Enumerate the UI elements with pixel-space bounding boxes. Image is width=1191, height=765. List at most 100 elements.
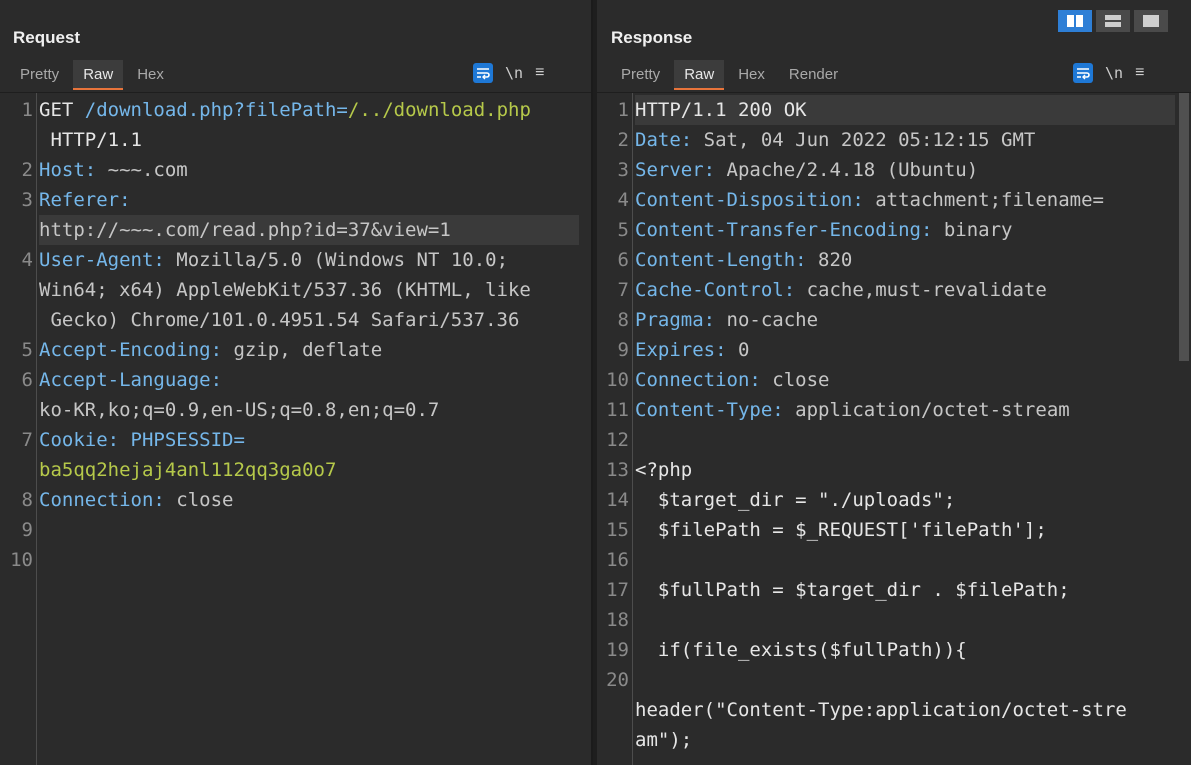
wrap-lines-icon[interactable] (1073, 63, 1093, 83)
tab-raw[interactable]: Raw (73, 60, 124, 90)
code-line[interactable]: 5 Accept-Encoding: gzip, deflate (0, 335, 580, 365)
token: Cache-Control: (635, 279, 807, 301)
code-line[interactable]: 18 (597, 605, 1177, 635)
code-line[interactable]: am"); (597, 725, 1177, 755)
response-tools: \n ≡ (1073, 60, 1144, 86)
token: /../download.php (347, 99, 531, 121)
layout-buttons (1058, 10, 1168, 32)
code-line[interactable]: 9 Expires: 0 (597, 335, 1177, 365)
code-line[interactable]: 20 (597, 665, 1177, 695)
wrap-lines-icon[interactable] (473, 63, 493, 83)
token: no-cache (726, 309, 819, 331)
request-editor[interactable]: 1 GET /download.php?filePath=/../download… (0, 92, 591, 765)
code-line[interactable]: 7 Cookie: PHPSESSID= (0, 425, 580, 455)
tab-hex[interactable]: Hex (127, 60, 174, 90)
single-pane-icon[interactable] (1134, 10, 1168, 32)
line-number: 7 (21, 429, 33, 451)
tab-render[interactable]: Render (779, 60, 848, 90)
menu-icon[interactable]: ≡ (1135, 64, 1144, 82)
newline-toggle-button[interactable]: \n (505, 64, 523, 82)
token: $fullPath = $target_dir . $filePath; (635, 579, 1070, 601)
line-text: $fullPath = $target_dir . $filePath; (635, 575, 1070, 605)
line-number: 7 (617, 279, 629, 301)
token: Win64; x64) AppleWebKit/537.36 (KHTML, l… (39, 279, 531, 301)
code-line[interactable]: ba5qq2hejaj4anl112qq3ga0o7 (0, 455, 580, 485)
code-line[interactable]: HTTP/1.1 (0, 125, 580, 155)
menu-icon[interactable]: ≡ (535, 64, 544, 82)
code-line[interactable]: 1 GET /download.php?filePath=/../download… (0, 95, 580, 125)
line-number: 13 (606, 459, 629, 481)
code-line[interactable]: Gecko) Chrome/101.0.4951.54 Safari/537.3… (0, 305, 580, 335)
code-line[interactable]: 11 Content-Type: application/octet-stream (597, 395, 1177, 425)
code-line[interactable]: 1 HTTP/1.1 200 OK (597, 95, 1177, 125)
code-line[interactable]: 6 Content-Length: 820 (597, 245, 1177, 275)
token: Accept-Encoding: (39, 339, 234, 361)
split-vertical-icon[interactable] (1096, 10, 1130, 32)
tab-raw[interactable]: Raw (674, 60, 725, 90)
code-line[interactable]: 17 $fullPath = $target_dir . $filePath; (597, 575, 1177, 605)
line-text: Win64; x64) AppleWebKit/537.36 (KHTML, l… (39, 275, 531, 305)
token: Referer: (39, 189, 131, 211)
code-line[interactable]: 12 (597, 425, 1177, 455)
code-line[interactable]: http://~~~.com/read.php?id=37&view=1 (0, 215, 580, 245)
code-line[interactable]: 19 if(file_exists($fullPath)){ (597, 635, 1177, 665)
line-number: 10 (606, 369, 629, 391)
code-line[interactable]: 10 (0, 545, 580, 575)
response-code[interactable]: 1 HTTP/1.1 200 OK 2 Date: Sat, 04 Jun 2022 … (597, 95, 1177, 755)
line-number: 1 (617, 99, 629, 121)
token: header("Content-Type:application/octet-s… (635, 699, 1127, 721)
tab-hex[interactable]: Hex (728, 60, 775, 90)
code-line[interactable]: 8 Pragma: no-cache (597, 305, 1177, 335)
token: binary (943, 219, 1013, 241)
request-code[interactable]: 1 GET /download.php?filePath=/../download… (0, 95, 580, 575)
split-horizontal-icon[interactable] (1058, 10, 1092, 32)
code-line[interactable]: 3 Referer: (0, 185, 580, 215)
token: Connection: (635, 369, 773, 391)
token: Content-Length: (635, 249, 819, 271)
code-line[interactable]: 14 $target_dir = "./uploads"; (597, 485, 1177, 515)
code-line[interactable]: 13 <?php (597, 455, 1177, 485)
request-title: Request (13, 28, 81, 47)
code-line[interactable]: 5 Content-Transfer-Encoding: binary (597, 215, 1177, 245)
token: if(file_exists($fullPath)){ (635, 639, 967, 661)
line-text: Accept-Encoding: gzip, deflate (39, 335, 382, 365)
line-number: 20 (606, 669, 629, 691)
code-line[interactable]: 16 (597, 545, 1177, 575)
code-line[interactable]: 15 $filePath = $_REQUEST['filePath']; (597, 515, 1177, 545)
code-line[interactable]: 2 Host: ~~~.com (0, 155, 580, 185)
line-number: 17 (606, 579, 629, 601)
line-text: Gecko) Chrome/101.0.4951.54 Safari/537.3… (39, 305, 519, 335)
line-number: 2 (617, 129, 629, 151)
code-line[interactable]: 8 Connection: close (0, 485, 580, 515)
code-line[interactable]: 4 Content-Disposition: attachment;filenam… (597, 185, 1177, 215)
line-number: 6 (617, 249, 629, 271)
response-scrollbar[interactable] (1179, 93, 1189, 361)
response-tabbar: Pretty Raw Hex Render (611, 60, 852, 90)
line-text: HTTP/1.1 (39, 125, 142, 155)
code-line[interactable]: 2 Date: Sat, 04 Jun 2022 05:12:15 GMT (597, 125, 1177, 155)
code-line[interactable]: ko-KR,ko;q=0.9,en-US;q=0.8,en;q=0.7 (0, 395, 580, 425)
newline-toggle-button[interactable]: \n (1105, 64, 1123, 82)
code-line[interactable]: header("Content-Type:application/octet-s… (597, 695, 1177, 725)
code-line[interactable]: Win64; x64) AppleWebKit/537.36 (KHTML, l… (0, 275, 580, 305)
code-line[interactable]: 7 Cache-Control: cache,must-revalidate (597, 275, 1177, 305)
line-text: Content-Transfer-Encoding: binary (635, 215, 1013, 245)
line-number: 4 (21, 249, 33, 271)
token: Content-Transfer-Encoding: (635, 219, 944, 241)
code-line[interactable]: 10 Connection: close (597, 365, 1177, 395)
tab-pretty[interactable]: Pretty (611, 60, 670, 90)
code-line[interactable]: 9 (0, 515, 580, 545)
tab-pretty[interactable]: Pretty (10, 60, 69, 90)
line-text: Date: Sat, 04 Jun 2022 05:12:15 GMT (635, 125, 1035, 155)
line-number: 3 (21, 189, 33, 211)
line-number: 19 (606, 639, 629, 661)
code-line[interactable]: 4 User-Agent: Mozilla/5.0 (Windows NT 10.… (0, 245, 580, 275)
code-line[interactable]: 6 Accept-Language: (0, 365, 580, 395)
token: 820 (818, 249, 853, 271)
response-editor[interactable]: 1 HTTP/1.1 200 OK 2 Date: Sat, 04 Jun 2022 … (597, 92, 1191, 765)
token: close (772, 369, 830, 391)
token: gzip, deflate (233, 339, 383, 361)
code-line[interactable]: 3 Server: Apache/2.4.18 (Ubuntu) (597, 155, 1177, 185)
response-pane: Response Pretty Raw Hex Render \n ≡ 1 HTTP/1… (597, 0, 1191, 765)
line-number: 6 (21, 369, 33, 391)
